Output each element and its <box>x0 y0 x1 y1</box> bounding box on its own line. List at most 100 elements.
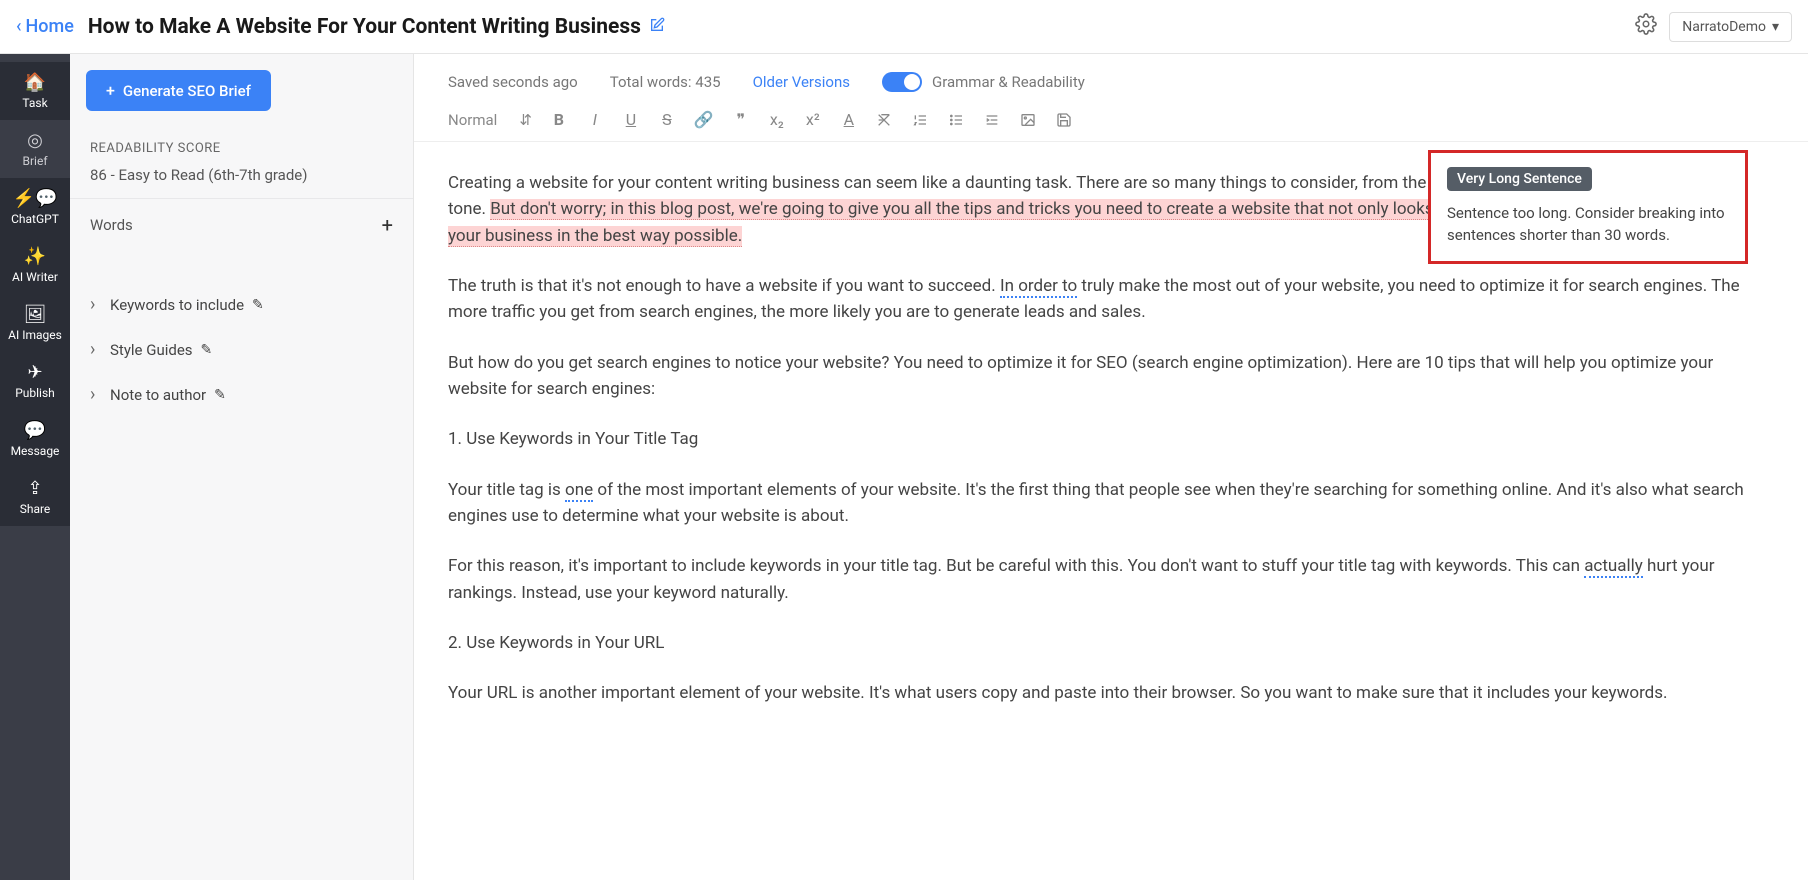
send-icon: ✈ <box>27 362 42 383</box>
nav-label: Brief <box>23 154 48 168</box>
note-to-author[interactable]: Note to author ✎ <box>70 372 413 417</box>
underline-button[interactable]: U <box>622 110 640 129</box>
tip-text: Sentence too long. Consider breaking int… <box>1447 203 1729 247</box>
quote-button[interactable]: ❞ <box>732 110 750 129</box>
account-name: NarratoDemo <box>1682 19 1766 35</box>
ordered-list-button[interactable] <box>912 112 930 128</box>
older-versions-link[interactable]: Older Versions <box>753 73 850 91</box>
editor-toolbar: Normal ⇵ B I U S 🔗 ❞ x₂ x² A <box>414 104 1808 142</box>
nav-task[interactable]: 🏠 Task <box>0 62 70 120</box>
grammar-label: Grammar & Readability <box>932 73 1085 91</box>
chevron-right-icon <box>90 339 102 360</box>
nav-rail: 🏠 Task ◎ Brief ⚡💬 ChatGPT ✨ AI Writer 🖼 … <box>0 54 70 880</box>
strike-button[interactable]: S <box>658 110 676 129</box>
generate-seo-brief-button[interactable]: Generate SEO Brief <box>86 70 271 111</box>
keywords-to-include[interactable]: Keywords to include ✎ <box>70 282 413 327</box>
item-label: Keywords to include <box>110 296 244 314</box>
nav-label: AI Writer <box>12 270 58 284</box>
text: Your title tag is <box>448 480 565 500</box>
main-layout: 🏠 Task ◎ Brief ⚡💬 ChatGPT ✨ AI Writer 🖼 … <box>0 54 1808 880</box>
edit-icon[interactable]: ✎ <box>214 387 226 403</box>
paragraph[interactable]: Your URL is another important element of… <box>448 680 1774 706</box>
item-label: Note to author <box>110 386 206 404</box>
clear-format-button[interactable] <box>876 112 894 128</box>
paragraph[interactable]: But how do you get search engines to not… <box>448 350 1774 403</box>
text-color-button[interactable]: A <box>840 110 858 129</box>
nav-label: Share <box>20 502 51 516</box>
chevron-right-icon <box>90 294 102 315</box>
editor-area: Saved seconds ago Total words: 435 Older… <box>414 54 1808 880</box>
add-words-button[interactable]: + <box>382 213 393 237</box>
nav-message[interactable]: 💬 Message <box>0 410 70 468</box>
nav-label: AI Images <box>8 328 62 342</box>
gear-icon[interactable] <box>1635 13 1657 40</box>
paragraph[interactable]: Your title tag is one of the most import… <box>448 477 1774 530</box>
words-label: Words <box>90 216 133 234</box>
editor-meta-row: Saved seconds ago Total words: 435 Older… <box>414 54 1808 104</box>
italic-button[interactable]: I <box>586 110 604 129</box>
top-right: NarratoDemo ▾ <box>1635 12 1792 42</box>
heading-line[interactable]: 1. Use Keywords in Your Title Tag <box>448 426 1774 452</box>
image-icon: 🖼 <box>24 304 47 325</box>
bold-button[interactable]: B <box>550 110 568 129</box>
target-icon: ◎ <box>27 130 43 151</box>
nav-ai-writer[interactable]: ✨ AI Writer <box>0 236 70 294</box>
account-dropdown[interactable]: NarratoDemo ▾ <box>1669 12 1792 42</box>
text: The truth is that it's not enough to hav… <box>448 276 1000 296</box>
saved-status: Saved seconds ago <box>448 73 578 91</box>
top-bar: ‹ Home How to Make A Website For Your Co… <box>0 0 1808 54</box>
edit-icon[interactable]: ✎ <box>201 342 213 358</box>
nav-publish[interactable]: ✈ Publish <box>0 352 70 410</box>
chevron-left-icon: ‹ <box>16 16 22 37</box>
tip-badge: Very Long Sentence <box>1447 167 1592 191</box>
home-label: Home <box>26 16 74 37</box>
nav-brief[interactable]: ◎ Brief <box>0 120 70 178</box>
left-panel: Generate SEO Brief READABILITY SCORE 86 … <box>70 54 414 880</box>
text: of the most important elements of your w… <box>448 480 1744 526</box>
readability-value: 86 - Easy to Read (6th-7th grade) <box>90 166 393 184</box>
nav-share[interactable]: ⇪ Share <box>0 468 70 526</box>
text: For this reason, it's important to inclu… <box>448 556 1584 576</box>
nav-label: Message <box>11 444 60 458</box>
save-button[interactable] <box>1056 112 1074 128</box>
upload-icon: ⇪ <box>27 478 42 499</box>
suggestion-underline[interactable]: actually <box>1584 556 1643 578</box>
paragraph[interactable]: The truth is that it's not enough to hav… <box>448 273 1774 326</box>
unordered-list-button[interactable] <box>948 112 966 128</box>
readability-section: READABILITY SCORE 86 - Easy to Read (6th… <box>70 127 413 199</box>
nav-label: Publish <box>15 386 55 400</box>
readability-label: READABILITY SCORE <box>90 141 393 156</box>
wand-icon: ✨ <box>24 246 46 267</box>
item-label: Style Guides <box>110 341 193 359</box>
nav-label: ChatGPT <box>11 212 59 226</box>
grammar-tip-popover: Very Long Sentence Sentence too long. Co… <box>1428 150 1748 264</box>
edit-title-icon[interactable] <box>649 17 665 37</box>
grammar-toggle[interactable] <box>882 72 922 92</box>
subscript-button[interactable]: x₂ <box>768 110 786 129</box>
back-home-link[interactable]: ‹ Home <box>16 16 74 37</box>
home-icon: 🏠 <box>24 72 46 93</box>
bolt-chat-icon: ⚡💬 <box>13 188 58 209</box>
chevron-right-icon <box>90 384 102 405</box>
nav-chatgpt[interactable]: ⚡💬 ChatGPT <box>0 178 70 236</box>
indent-button[interactable] <box>984 112 1002 128</box>
heading-line[interactable]: 2. Use Keywords in Your URL <box>448 630 1774 656</box>
chat-icon: 💬 <box>24 420 46 441</box>
suggestion-underline[interactable]: In order to <box>1000 276 1077 298</box>
nav-label: Task <box>22 96 47 110</box>
link-button[interactable]: 🔗 <box>694 110 714 129</box>
style-guides[interactable]: Style Guides ✎ <box>70 327 413 372</box>
word-count: Total words: 435 <box>610 73 721 91</box>
caret-updown-icon: ⇵ <box>519 111 532 129</box>
format-select[interactable]: Normal ⇵ <box>448 111 532 129</box>
paragraph[interactable]: For this reason, it's important to inclu… <box>448 553 1774 606</box>
superscript-button[interactable]: x² <box>804 110 822 129</box>
page-title: How to Make A Website For Your Content W… <box>88 15 641 39</box>
caret-down-icon: ▾ <box>1772 19 1779 35</box>
image-button[interactable] <box>1020 112 1038 128</box>
edit-icon[interactable]: ✎ <box>252 297 264 313</box>
suggestion-underline[interactable]: one <box>565 480 593 502</box>
format-label: Normal <box>448 111 497 129</box>
words-header: Words + <box>70 199 413 252</box>
nav-ai-images[interactable]: 🖼 AI Images <box>0 294 70 352</box>
